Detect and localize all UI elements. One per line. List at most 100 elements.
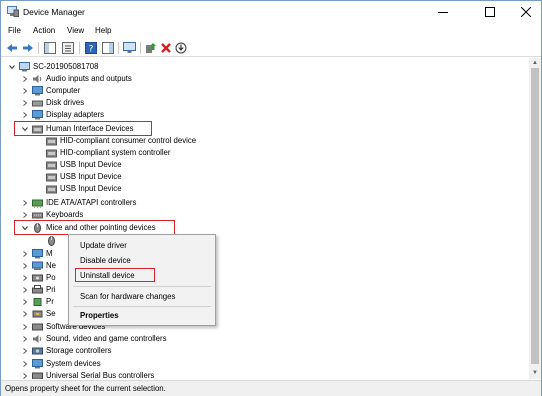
- maximize-icon: [485, 7, 495, 17]
- chevron-right-icon: [23, 251, 28, 257]
- usb-icon: [32, 372, 43, 379]
- scroll-thumb[interactable]: [531, 68, 539, 364]
- properties-icon: [62, 42, 74, 54]
- action-pane-button[interactable]: [101, 41, 115, 55]
- tree-item-label: Computer: [46, 86, 81, 95]
- menu-scan-hardware[interactable]: Scan for hardware changes: [80, 292, 175, 301]
- tree-child-usb-input-1[interactable]: USB Input Device: [34, 159, 254, 171]
- scroll-up-icon[interactable]: ▲: [531, 59, 539, 67]
- help-icon: ?: [85, 42, 97, 54]
- help-button[interactable]: ?: [84, 41, 98, 55]
- device-manager-window: Device Manager File Action View Help ? S…: [0, 0, 542, 396]
- software-device-icon: [32, 323, 43, 331]
- tree-item-label: Display adapters: [46, 110, 105, 119]
- forward-button[interactable]: [21, 41, 35, 55]
- close-icon: [521, 7, 531, 17]
- toolbar: ?: [1, 39, 541, 57]
- minimize-button[interactable]: [426, 1, 460, 23]
- tree-item-label: Se: [46, 309, 56, 318]
- tree-root-label: SC-201905081708: [33, 62, 99, 71]
- svg-text:?: ?: [89, 45, 94, 55]
- menu-properties[interactable]: Properties: [80, 311, 119, 320]
- speaker-icon: [33, 335, 42, 343]
- update-driver-button[interactable]: [144, 41, 158, 55]
- tree-item-ports[interactable]: Po: [20, 272, 68, 284]
- scroll-down-icon[interactable]: ▼: [531, 369, 539, 377]
- network-icon: [32, 261, 43, 270]
- tree-item-label: USB Input Device: [60, 172, 122, 181]
- computer-icon: [32, 86, 43, 96]
- menu-view[interactable]: View: [67, 26, 84, 35]
- chevron-right-icon: [23, 361, 28, 367]
- chevron-right-icon: [23, 112, 28, 118]
- tree-child-usb-input-2[interactable]: USB Input Device: [34, 171, 254, 183]
- menu-file[interactable]: File: [8, 26, 21, 35]
- storage-controller-icon: [32, 347, 43, 355]
- console-tree-button[interactable]: [43, 41, 57, 55]
- chevron-right-icon: [23, 287, 28, 293]
- processor-icon: [33, 298, 42, 306]
- tree-item-label: HID-compliant consumer control device: [60, 136, 197, 145]
- chevron-right-icon: [23, 324, 28, 330]
- tree-item-label: HID-compliant system controller: [60, 148, 171, 157]
- close-button[interactable]: [509, 1, 542, 23]
- highlight-box-hid: [14, 121, 152, 136]
- tree-item-system-devices[interactable]: System devices: [20, 358, 220, 370]
- tree-item-monitors[interactable]: M: [20, 248, 68, 260]
- vertical-scrollbar[interactable]: ▲ ▼: [529, 58, 541, 379]
- chevron-right-icon: [23, 100, 28, 106]
- system-device-icon: [32, 359, 43, 369]
- tree-item-label: M: [46, 249, 53, 258]
- tree-item-label: IDE ATA/ATAPI controllers: [46, 198, 137, 207]
- status-text: Opens property sheet for the current sel…: [5, 384, 166, 393]
- tree-item-sound-video[interactable]: Sound, video and game controllers: [20, 333, 240, 345]
- port-icon: [32, 274, 43, 282]
- highlight-box-mice: [14, 220, 175, 235]
- hid-device-icon: [46, 149, 57, 158]
- tree-item-disk-drives[interactable]: Disk drives: [20, 97, 220, 109]
- tree-child-hid-consumer[interactable]: HID-compliant consumer control device: [34, 135, 254, 147]
- tree-child-hid-system[interactable]: HID-compliant system controller: [34, 147, 254, 159]
- device-tree: SC-201905081708 Audio inputs and outputs…: [1, 58, 529, 379]
- menu-help[interactable]: Help: [95, 26, 111, 35]
- back-button[interactable]: [5, 41, 19, 55]
- menu-update-driver[interactable]: Update driver: [80, 241, 127, 250]
- tree-child-usb-input-3[interactable]: USB Input Device: [34, 183, 254, 195]
- tree-item-label: Ne: [46, 261, 56, 270]
- tree-item-print-queues[interactable]: Pri: [20, 284, 68, 296]
- tree-root[interactable]: SC-201905081708: [7, 61, 207, 73]
- uninstall-button[interactable]: [159, 41, 173, 55]
- chevron-right-icon: [23, 76, 28, 82]
- mouse-icon: [48, 236, 55, 246]
- update-driver-icon: [146, 43, 156, 53]
- tree-item-label: Pr: [46, 297, 54, 306]
- scan-button[interactable]: [122, 41, 136, 55]
- tree-item-display-adapters[interactable]: Display adapters: [20, 109, 220, 121]
- tree-item-computer[interactable]: Computer: [20, 85, 220, 97]
- chevron-right-icon: [23, 311, 28, 317]
- keyboard-icon: [32, 212, 43, 219]
- hid-device-icon: [46, 161, 57, 170]
- properties-button[interactable]: [61, 41, 75, 55]
- security-device-icon: [32, 310, 43, 318]
- window-title: Device Manager: [23, 7, 85, 17]
- menu-action[interactable]: Action: [33, 26, 55, 35]
- tree-item-audio[interactable]: Audio inputs and outputs: [20, 73, 220, 85]
- hid-device-icon: [46, 137, 57, 146]
- enable-device-button[interactable]: [174, 41, 188, 55]
- tree-item-label: Audio inputs and outputs: [46, 74, 132, 83]
- maximize-button[interactable]: [473, 1, 507, 23]
- tree-item-network-adapters[interactable]: Ne: [20, 260, 68, 272]
- menu-disable-device[interactable]: Disable device: [80, 256, 131, 265]
- forward-icon: [23, 44, 33, 52]
- chevron-right-icon: [23, 348, 28, 354]
- tree-item-usb-controllers[interactable]: Universal Serial Bus controllers: [20, 370, 240, 379]
- monitor-icon: [32, 249, 43, 259]
- tree-item-processors[interactable]: Pr: [20, 296, 68, 308]
- tree-item-label: Disk drives: [46, 98, 85, 107]
- tree-item-storage-controllers[interactable]: Storage controllers: [20, 345, 220, 357]
- tree-item-ide-ata[interactable]: IDE ATA/ATAPI controllers: [20, 197, 220, 209]
- monitor-icon: [122, 42, 136, 53]
- tree-item-security-devices[interactable]: Se: [20, 308, 68, 320]
- chevron-right-icon: [23, 200, 28, 206]
